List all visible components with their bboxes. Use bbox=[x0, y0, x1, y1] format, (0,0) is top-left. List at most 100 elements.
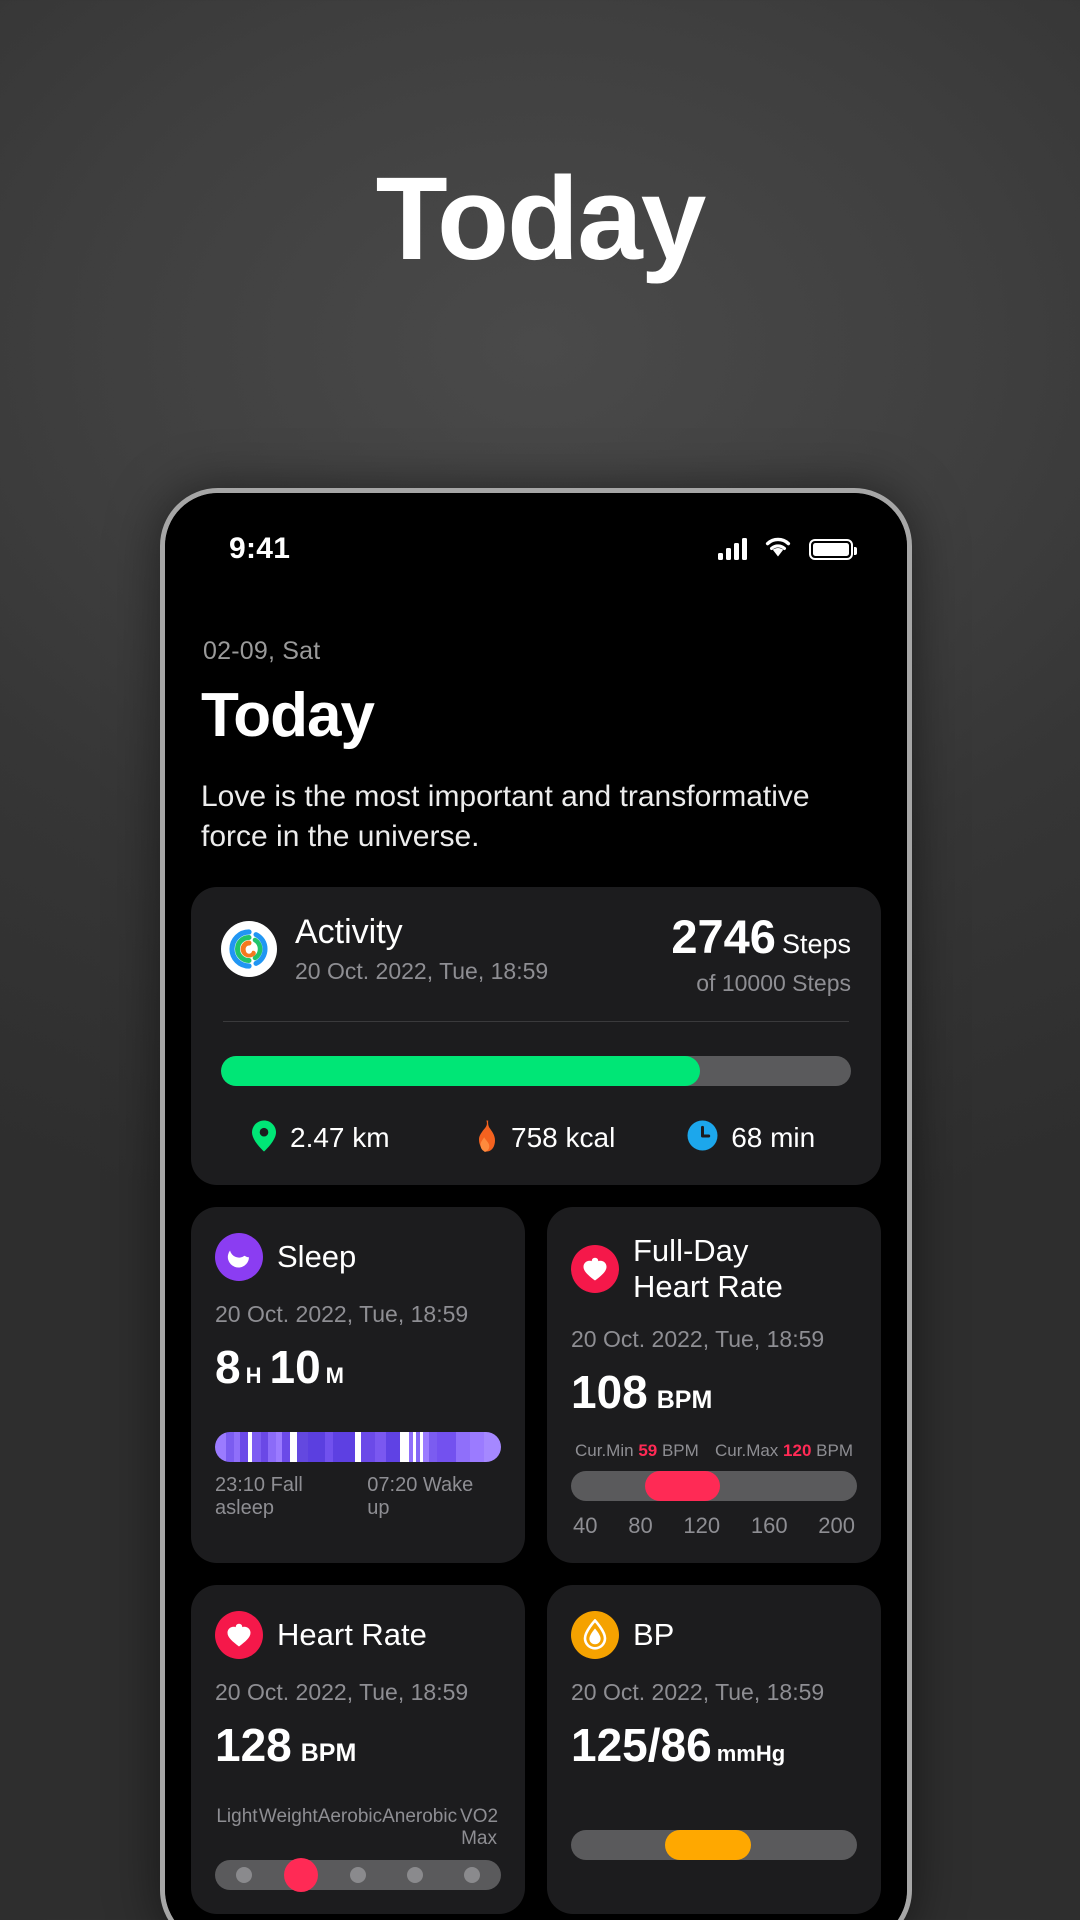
sleep-legend: 23:10 Fall asleep 07:20 Wake up bbox=[215, 1474, 501, 1520]
hr-axis-tick: 120 bbox=[683, 1512, 721, 1538]
full-day-hr-title-line1: Full-Day bbox=[633, 1232, 749, 1268]
hr-axis-tick: 40 bbox=[573, 1512, 598, 1538]
sleep-stage-segment bbox=[374, 1431, 386, 1462]
bp-card[interactable]: BP 20 Oct. 2022, Tue, 18:59 125/86 mmHg bbox=[547, 1584, 881, 1914]
sleep-stage-segment bbox=[324, 1431, 333, 1462]
sleep-duration: 8 H 10 M bbox=[215, 1344, 501, 1390]
sleep-stage-segment bbox=[260, 1431, 268, 1462]
sleep-stages-bar bbox=[215, 1431, 501, 1462]
activity-progress-bar bbox=[221, 1055, 851, 1086]
heart-icon bbox=[215, 1610, 263, 1659]
heart-rate-zone-labels: Light Weight Aerobic Anerobic VO2 Max bbox=[215, 1806, 501, 1850]
heart-rate-zone-label: Aerobic bbox=[317, 1805, 383, 1827]
activity-steps-value: 2746 Steps bbox=[671, 913, 851, 960]
heart-rate-zone-label: Anerobic bbox=[382, 1805, 458, 1827]
activity-metric: 2746 Steps of 10000 Steps bbox=[671, 913, 851, 997]
bp-timestamp: 20 Oct. 2022, Tue, 18:59 bbox=[571, 1678, 825, 1705]
cellular-signal-icon bbox=[718, 538, 747, 560]
activity-divider bbox=[223, 1020, 849, 1022]
flame-icon bbox=[473, 1120, 498, 1157]
sleep-card[interactable]: Sleep 20 Oct. 2022, Tue, 18:59 8 H 10 M 23:… bbox=[191, 1206, 525, 1563]
sleep-stage-segment bbox=[399, 1431, 410, 1462]
heart-rate-title: Heart Rate bbox=[277, 1617, 427, 1653]
activity-calories-value: 758 kcal bbox=[511, 1122, 616, 1154]
sleep-stage-segment bbox=[385, 1431, 400, 1462]
heart-rate-zone-label: Light bbox=[216, 1805, 258, 1827]
sleep-stage-segment bbox=[215, 1431, 227, 1462]
sleep-hours: 8 bbox=[215, 1340, 241, 1393]
heart-rate-zone-dot[interactable] bbox=[350, 1866, 366, 1883]
cur-max-unit: BPM bbox=[816, 1440, 853, 1460]
heart-rate-card[interactable]: Heart Rate 20 Oct. 2022, Tue, 18:59 128 B… bbox=[191, 1584, 525, 1914]
activity-duration-value: 68 min bbox=[731, 1122, 816, 1154]
sleep-wake-up: 07:20 Wake up bbox=[367, 1473, 474, 1519]
cards-row-1: Sleep 20 Oct. 2022, Tue, 18:59 8 H 10 M 23:… bbox=[191, 1206, 881, 1563]
wifi-icon bbox=[763, 535, 793, 563]
sleep-stage-segment bbox=[332, 1431, 356, 1462]
quote-text: Love is the most important and transform… bbox=[201, 780, 810, 853]
cur-max-label: Cur.Max bbox=[715, 1440, 779, 1460]
heart-rate-timestamp: 20 Oct. 2022, Tue, 18:59 bbox=[215, 1678, 469, 1705]
heart-rate-zone-dot[interactable] bbox=[235, 1866, 252, 1883]
full-day-hr-min: Cur.Min 59 BPM bbox=[575, 1441, 699, 1461]
full-day-hr-header: Full-Day Heart Rate bbox=[571, 1233, 857, 1306]
activity-card[interactable]: Activity 20 Oct. 2022, Tue, 18:59 2746 St… bbox=[191, 886, 881, 1185]
activity-header: Activity 20 Oct. 2022, Tue, 18:59 2746 St… bbox=[221, 913, 851, 997]
hr-axis-tick: 80 bbox=[628, 1512, 653, 1538]
activity-text-block: Activity 20 Oct. 2022, Tue, 18:59 bbox=[295, 913, 548, 985]
sleep-stage-segment bbox=[239, 1431, 249, 1462]
full-day-heart-rate-card[interactable]: Full-Day Heart Rate 20 Oct. 2022, Tue, 1… bbox=[547, 1206, 881, 1563]
heart-rate-unit: BPM bbox=[300, 1738, 357, 1767]
heart-rate-zone-dot[interactable] bbox=[464, 1866, 481, 1883]
phone-screen: 9:41 02-09, Sat Today Love is the most i… bbox=[165, 493, 907, 1920]
location-pin-icon bbox=[251, 1120, 277, 1157]
sleep-stage-segment bbox=[484, 1431, 501, 1462]
full-day-hr-unit: BPM bbox=[656, 1385, 713, 1414]
phone-frame: 9:41 02-09, Sat Today Love is the most i… bbox=[160, 488, 912, 1920]
cur-min-label: Cur.Min bbox=[575, 1440, 634, 1460]
sleep-stage-segment bbox=[428, 1431, 437, 1462]
activity-progress-fill bbox=[221, 1055, 700, 1086]
cur-min-unit: BPM bbox=[661, 1440, 699, 1460]
heart-icon bbox=[571, 1245, 619, 1294]
sleep-timestamp: 20 Oct. 2022, Tue, 18:59 bbox=[215, 1300, 469, 1327]
sleep-stage-segment bbox=[296, 1431, 308, 1462]
activity-stat-duration: 68 min bbox=[687, 1120, 851, 1157]
activity-distance-value: 2.47 km bbox=[290, 1122, 390, 1154]
full-day-hr-timestamp: 20 Oct. 2022, Tue, 18:59 bbox=[571, 1325, 825, 1352]
full-day-hr-title-line2: Heart Rate bbox=[633, 1269, 783, 1305]
date-label: 02-09, Sat bbox=[203, 637, 321, 665]
sleep-fall-asleep: 23:10 Fall asleep bbox=[215, 1473, 303, 1519]
sleep-stage-segment bbox=[436, 1431, 457, 1462]
activity-identity: Activity 20 Oct. 2022, Tue, 18:59 bbox=[221, 913, 548, 985]
heart-rate-number: 128 bbox=[215, 1718, 292, 1771]
full-day-hr-axis: 40 80 120 160 200 bbox=[571, 1513, 857, 1539]
page-title: Today bbox=[201, 681, 375, 750]
heart-rate-zone-dot[interactable] bbox=[407, 1866, 424, 1883]
activity-stats: 2.47 km 758 kcal 68 min bbox=[221, 1120, 851, 1157]
activity-timestamp: 20 Oct. 2022, Tue, 18:59 bbox=[295, 957, 549, 984]
full-day-hr-range-track bbox=[571, 1470, 857, 1501]
bp-number: 125/86 bbox=[571, 1718, 712, 1771]
sleep-stage-segment bbox=[252, 1431, 261, 1462]
sleep-stage-segment bbox=[307, 1431, 325, 1462]
status-bar-icons bbox=[718, 535, 857, 563]
heart-rate-value: 128 BPM bbox=[215, 1722, 501, 1768]
sleep-stage-segment bbox=[470, 1431, 485, 1462]
blood-drop-icon bbox=[571, 1610, 619, 1659]
sleep-stage-segment bbox=[360, 1431, 375, 1462]
bp-range-thumb bbox=[665, 1829, 752, 1860]
hr-axis-tick: 160 bbox=[750, 1512, 788, 1538]
activity-title: Activity bbox=[295, 912, 403, 951]
full-day-hr-range-thumb bbox=[645, 1470, 720, 1501]
heart-rate-zone-track bbox=[215, 1857, 501, 1892]
bp-unit: mmHg bbox=[716, 1740, 786, 1766]
heart-rate-zone-dot-active[interactable] bbox=[283, 1857, 318, 1892]
full-day-hr-max: Cur.Max 120 BPM bbox=[715, 1441, 853, 1461]
battery-full-icon bbox=[809, 538, 857, 560]
cards-row-2: Heart Rate 20 Oct. 2022, Tue, 18:59 128 B… bbox=[191, 1584, 881, 1914]
activity-steps-number: 2746 bbox=[671, 909, 776, 963]
sleep-stage-segment bbox=[289, 1431, 297, 1462]
bp-value: 125/86 mmHg bbox=[571, 1722, 857, 1768]
sleep-minutes-unit: M bbox=[325, 1362, 344, 1388]
